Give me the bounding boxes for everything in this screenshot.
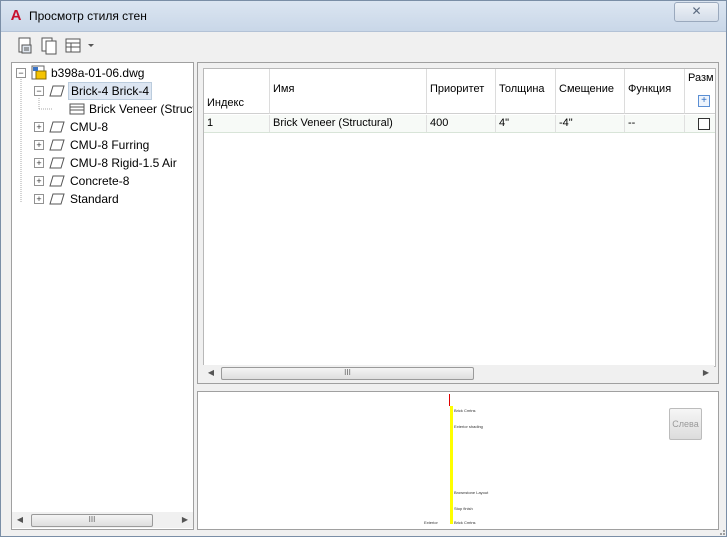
components-grid-panel: Индекс Имя Приоритет Толщина Смещение Фу…: [197, 62, 719, 384]
preview-label: Brick Cmtns: [454, 408, 476, 413]
cell-function[interactable]: --: [625, 115, 685, 132]
scroll-right-icon[interactable]: ▶: [177, 512, 193, 528]
tree-item-cmu-8-furring[interactable]: + CMU-8 Furring: [12, 136, 193, 154]
column-header-thickness[interactable]: Толщина: [496, 69, 556, 114]
tree-item-standard[interactable]: + Standard: [12, 190, 193, 208]
expand-icon[interactable]: +: [34, 194, 44, 204]
wall-style-icon: [49, 175, 65, 187]
column-header-index[interactable]: Индекс: [204, 69, 270, 114]
tree-item-label: CMU-8 Rigid-1.5 Air: [70, 156, 177, 170]
cell-thickness[interactable]: 4": [496, 115, 556, 132]
cell-index[interactable]: 1: [204, 115, 270, 132]
scroll-right-icon[interactable]: ▶: [698, 365, 714, 381]
column-header-label: Индекс: [207, 97, 244, 109]
wall-style-icon: [49, 193, 65, 205]
tree-item-label: Brick-4 Brick-4: [68, 82, 153, 100]
tree-item-concrete-8[interactable]: + Concrete-8: [12, 172, 193, 190]
scroll-thumb[interactable]: III: [221, 367, 474, 380]
column-header-label: Приоритет: [430, 83, 485, 95]
tree-item-label: Standard: [70, 192, 119, 206]
expand-icon[interactable]: +: [34, 122, 44, 132]
tree-item-label: Brick Veneer (Structural): [89, 102, 193, 116]
wall-style-icon: [49, 85, 65, 97]
column-header-priority[interactable]: Приоритет: [427, 69, 496, 114]
title-bar: A Просмотр стиля стен ✕: [1, 1, 726, 32]
tree-item-brick-veneer[interactable]: Brick Veneer (Structural): [12, 100, 193, 118]
column-header-label: Толщина: [499, 83, 545, 95]
table-row[interactable]: 1 Brick Veneer (Structural) 400 4" -4" -…: [204, 115, 715, 133]
window-title: Просмотр стиля стен: [29, 9, 147, 23]
column-header-label: Разм: [688, 72, 714, 84]
open-drawing-button[interactable]: [17, 37, 37, 55]
tree-item-brick-4[interactable]: − Brick-4 Brick-4: [12, 82, 193, 100]
open-drawing-icon: [18, 37, 32, 54]
copy-button[interactable]: [40, 37, 60, 55]
wall-axis-line: [449, 394, 450, 406]
tree-item-label: Concrete-8: [70, 174, 130, 188]
components-table: Индекс Имя Приоритет Толщина Смещение Фу…: [203, 68, 716, 367]
column-header-offset[interactable]: Смещение: [556, 69, 625, 114]
view-table-button[interactable]: [64, 37, 98, 55]
wall-style-browser-window: A Просмотр стиля стен ✕ − b398a-01-06.dw…: [0, 0, 727, 537]
preview-label: Brownstone Layout: [454, 490, 489, 495]
toolbar: [1, 32, 726, 60]
tree-item-cmu-8-rigid[interactable]: + CMU-8 Rigid-1.5 Air: [12, 154, 193, 172]
preview-label: Brick Cmtns: [454, 520, 476, 525]
cell-priority[interactable]: 400: [427, 115, 496, 132]
cell-name[interactable]: Brick Veneer (Structural): [270, 115, 427, 132]
brick-layer: [450, 406, 453, 524]
wall-style-icon: [49, 157, 65, 169]
tree-horizontal-scrollbar[interactable]: ◀ III ▶: [12, 512, 193, 528]
tree-root-row[interactable]: − b398a-01-06.dwg: [12, 64, 193, 82]
expand-icon[interactable]: +: [34, 176, 44, 186]
scroll-thumb[interactable]: III: [31, 514, 153, 527]
close-button[interactable]: ✕: [674, 2, 719, 22]
column-header-dimension[interactable]: Разм +: [685, 69, 715, 114]
preview-label: Stop finish: [454, 506, 473, 511]
column-header-label: Имя: [273, 83, 295, 95]
style-tree[interactable]: − b398a-01-06.dwg − Brick-4 Brick-4 Bric…: [11, 62, 194, 530]
expand-icon[interactable]: +: [34, 158, 44, 168]
column-header-function[interactable]: Функция: [625, 69, 685, 114]
scroll-left-icon[interactable]: ◀: [12, 512, 28, 528]
copy-icon: [41, 37, 57, 55]
add-dimension-icon[interactable]: +: [698, 95, 710, 107]
wall-preview: Brick Cmtns Exterior shading Brownstone …: [197, 391, 719, 530]
column-header-name[interactable]: Имя: [270, 69, 427, 114]
resize-grip-icon[interactable]: [716, 526, 726, 536]
tree-item-label: CMU-8 Furring: [70, 138, 150, 152]
wall-style-icon: [49, 121, 65, 133]
scroll-left-icon[interactable]: ◀: [203, 365, 219, 381]
tree-root-label: b398a-01-06.dwg: [51, 66, 145, 80]
preview-label: Exterior: [424, 520, 438, 525]
tree-item-label: CMU-8: [70, 120, 108, 134]
preview-label: Exterior shading: [454, 424, 483, 429]
left-view-button[interactable]: Слева: [669, 408, 702, 440]
cell-offset[interactable]: -4": [556, 115, 625, 132]
column-header-label: Смещение: [559, 83, 615, 95]
wall-style-icon: [49, 139, 65, 151]
collapse-icon[interactable]: −: [34, 86, 44, 96]
expand-icon[interactable]: +: [34, 140, 44, 150]
dwg-file-icon: [31, 65, 47, 80]
dimension-checkbox[interactable]: [698, 118, 710, 130]
grid-horizontal-scrollbar[interactable]: ◀ III ▶: [203, 365, 714, 381]
autocad-logo-icon: A: [10, 7, 22, 24]
wall-component-icon: [69, 103, 85, 115]
tree-item-cmu-8[interactable]: + CMU-8: [12, 118, 193, 136]
collapse-icon[interactable]: −: [16, 68, 26, 78]
column-header-label: Функция: [628, 83, 672, 95]
view-table-icon: [65, 38, 94, 53]
